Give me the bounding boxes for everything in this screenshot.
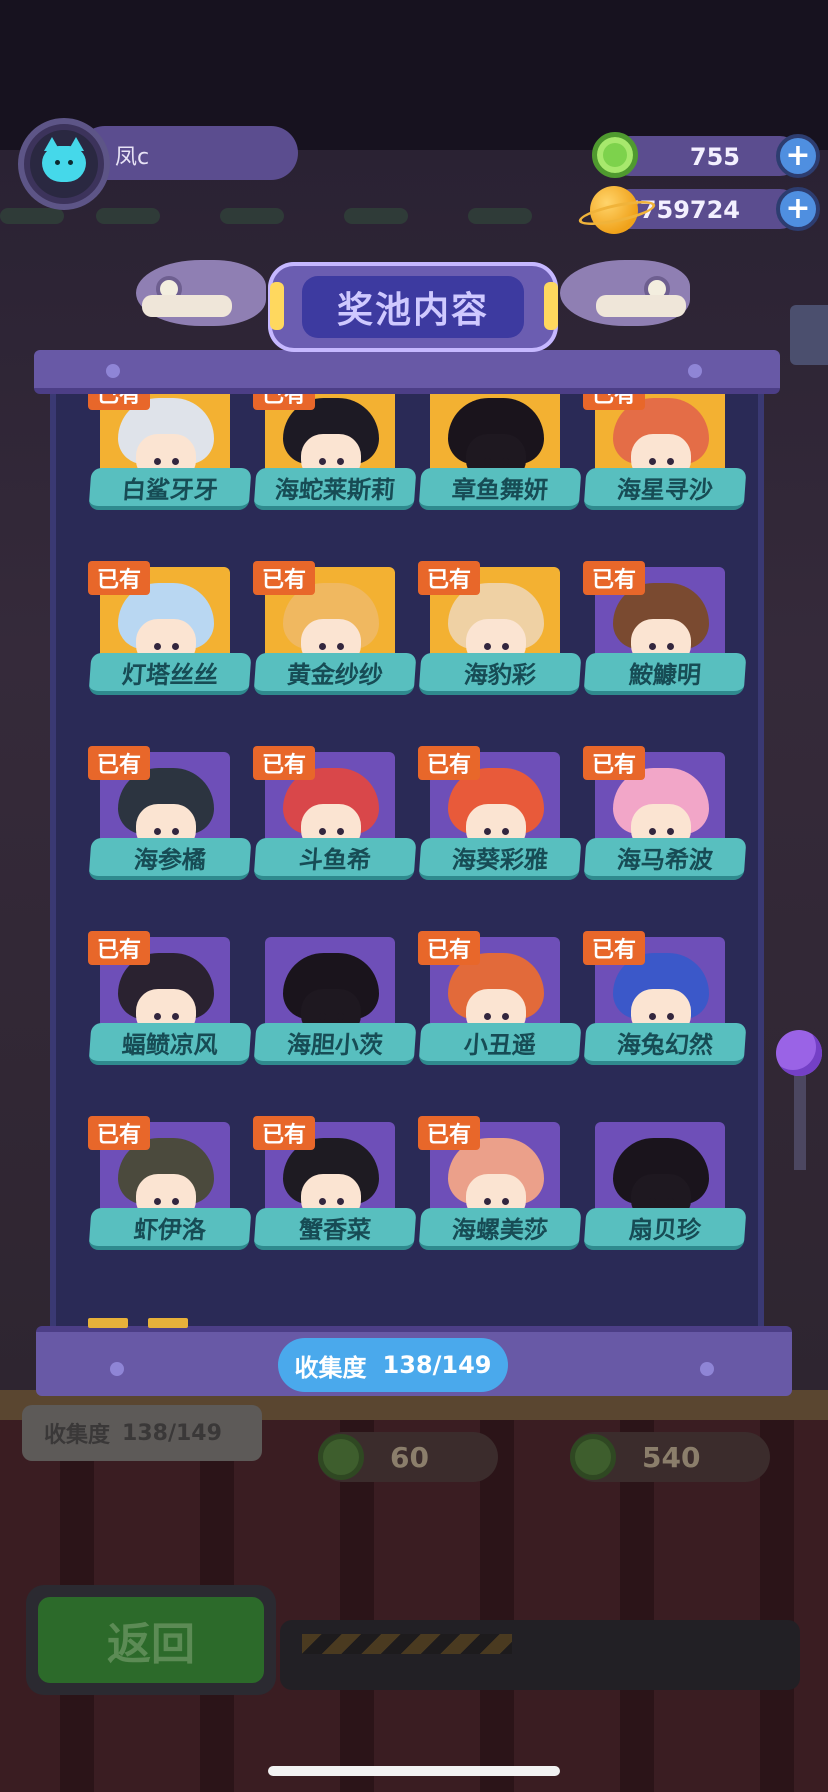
character-card[interactable]: 白鲨牙牙 已有 [88,394,252,510]
character-name: 海葵彩雅 [418,838,582,880]
back-button-label: 返回 [38,1597,264,1683]
character-card[interactable]: 小丑遥 已有 [418,931,582,1065]
character-name: 海蛇莱斯莉 [253,468,417,510]
home-indicator[interactable] [268,1766,560,1776]
character-name: 扇贝珍 [583,1208,747,1250]
character-card[interactable]: 虾伊洛 已有 [88,1116,252,1250]
owned-badge: 已有 [418,561,480,595]
owned-badge: 已有 [88,561,150,595]
character-name: 章鱼舞妍 [418,468,582,510]
character-name: 海星寻沙 [583,468,747,510]
owned-badge: 已有 [88,1116,150,1150]
character-name: 海螺美莎 [418,1208,582,1250]
owned-badge: 已有 [253,561,315,595]
add-coins-button[interactable]: + [776,187,820,231]
gem-count: 755 [689,143,740,171]
background-collection-label: 收集度 138/149 [22,1405,262,1461]
character-card[interactable]: 海星寻沙 已有 [583,394,747,510]
owned-badge: 已有 [88,931,150,965]
character-card[interactable]: 蝠鲼凉风 已有 [88,931,252,1065]
cat-icon [42,137,86,182]
character-name: 鮟鱇明 [583,653,747,695]
character-card[interactable]: 海参橘 已有 [88,746,252,880]
character-name: 海胆小茨 [253,1023,417,1065]
owned-badge: 已有 [583,561,645,595]
character-card[interactable]: 海胆小茨 [253,937,417,1065]
character-card[interactable]: 黄金纱纱 已有 [253,561,417,695]
character-name: 海马希波 [583,838,747,880]
avatar[interactable] [18,118,110,210]
gem-counter: 755 [610,136,800,176]
draw-multi-cost: 540 [570,1432,770,1482]
owned-badge: 已有 [418,931,480,965]
gem-icon [592,132,638,178]
background-dash [468,208,532,224]
scroll-peek-tab [88,1318,128,1328]
character-name: 海兔幻然 [583,1023,747,1065]
scroll-peek-tab [148,1318,188,1328]
title-cap-left [270,282,284,330]
character-name: 黄金纱纱 [253,653,417,695]
gem-icon [570,1434,616,1480]
character-card[interactable]: 海蛇莱斯莉 已有 [253,394,417,510]
character-card[interactable]: 海螺美莎 已有 [418,1116,582,1250]
collection-label: 收集度 [294,1353,367,1382]
character-name: 白鲨牙牙 [88,468,252,510]
character-card[interactable]: 章鱼舞妍 [418,394,582,510]
fish-belly-left [142,295,232,317]
lever-knob [776,1030,822,1076]
draw-once-cost: 60 [318,1432,498,1482]
fish-belly-right [596,295,686,317]
character-card[interactable]: 海葵彩雅 已有 [418,746,582,880]
owned-badge: 已有 [253,394,315,410]
character-card[interactable]: 斗鱼希 已有 [253,746,417,880]
owned-badge: 已有 [418,746,480,780]
background-dash [0,208,64,224]
background-dash [344,208,408,224]
back-button: 返回 [26,1585,276,1695]
character-name: 蟹香菜 [253,1208,417,1250]
add-gems-button[interactable]: + [776,134,820,178]
character-card[interactable]: 海豹彩 已有 [418,561,582,695]
panel-top-rail [34,350,780,394]
owned-badge: 已有 [583,746,645,780]
gem-icon [318,1434,364,1480]
character-name: 灯塔丝丝 [88,653,252,695]
collection-progress: 收集度 138/149 [278,1338,508,1392]
character-name: 小丑遥 [418,1023,582,1065]
character-name: 海豹彩 [418,653,582,695]
lever-stick [794,1070,806,1170]
owned-badge: 已有 [88,394,150,410]
character-card[interactable]: 扇贝珍 [583,1122,747,1250]
character-card[interactable]: 海兔幻然 已有 [583,931,747,1065]
owned-badge: 已有 [583,931,645,965]
side-clip-decoration [790,305,828,365]
character-card[interactable]: 灯塔丝丝 已有 [88,561,252,695]
player-name: 凤c [115,145,150,170]
owned-badge: 已有 [418,1116,480,1150]
title-cap-right [544,282,558,330]
background-dash [96,208,160,224]
planet-coin-icon [590,186,638,234]
character-card[interactable]: 鮟鱇明 已有 [583,561,747,695]
character-card[interactable]: 海马希波 已有 [583,746,747,880]
character-name: 海参橘 [88,838,252,880]
character-name: 斗鱼希 [253,838,417,880]
character-name: 蝠鲼凉风 [88,1023,252,1065]
hazard-stripe [302,1634,512,1654]
machine-bar [280,1620,800,1690]
prize-pool-list[interactable]: 白鲨牙牙 已有 海蛇莱斯莉 已有 章鱼舞妍 海星寻沙 已有 灯塔丝丝 已有 黄金纱纱 已有 海豹彩 已有… [50,394,764,1329]
character-name: 虾伊洛 [88,1208,252,1250]
character-grid: 白鲨牙牙 已有 海蛇莱斯莉 已有 章鱼舞妍 海星寻沙 已有 灯塔丝丝 已有 黄金纱纱 已有 海豹彩 已有… [88,394,750,1250]
profile-bar[interactable] [78,126,298,180]
panel-title: 奖池内容 [302,276,524,338]
background-dash [220,208,284,224]
character-card[interactable]: 蟹香菜 已有 [253,1116,417,1250]
collection-value: 138/149 [382,1351,492,1379]
owned-badge: 已有 [88,746,150,780]
owned-badge: 已有 [583,394,645,410]
owned-badge: 已有 [253,746,315,780]
owned-badge: 已有 [253,1116,315,1150]
